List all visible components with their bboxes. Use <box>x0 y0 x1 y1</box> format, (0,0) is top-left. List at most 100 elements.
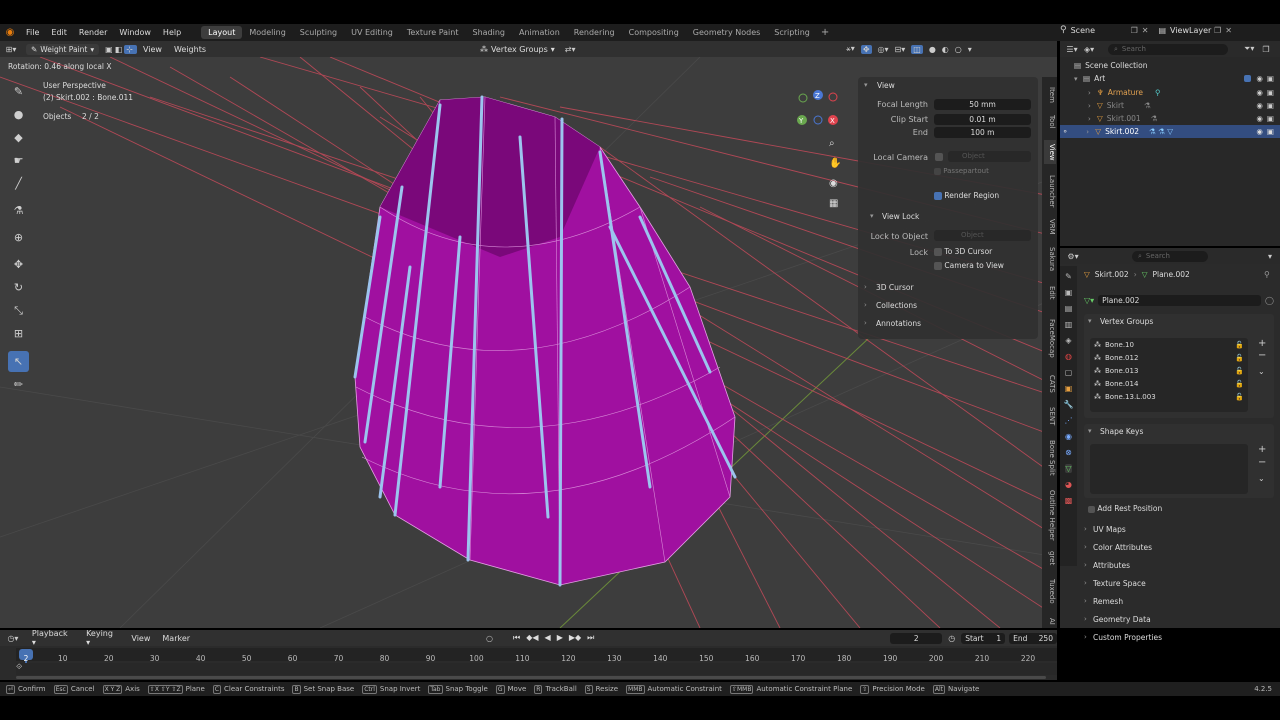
add-workspace-icon[interactable]: + <box>817 27 833 38</box>
menu-timeline-view[interactable]: View <box>125 634 156 643</box>
camera-icon[interactable]: ▣ <box>1267 88 1274 97</box>
menu-file[interactable]: File <box>20 28 45 37</box>
blender-logo-icon[interactable]: ◉ <box>0 27 20 38</box>
frame-start-field[interactable]: Start 1 <box>961 632 1006 644</box>
output-tab-icon[interactable]: ▤ <box>1065 304 1073 313</box>
jump-start-icon[interactable]: ⏮ <box>513 633 520 643</box>
vertex-group-item[interactable]: ⁂ Bone.10 🔓 <box>1094 341 1244 349</box>
shape-keys-header[interactable]: ▾ Shape Keys <box>1088 427 1143 436</box>
filter-icon[interactable]: ⏷▾ <box>1244 44 1254 54</box>
outliner-editor-icon[interactable]: ☰▾ <box>1060 45 1084 54</box>
shading-options-icon[interactable]: ▾ <box>968 45 972 54</box>
xray-icon[interactable]: ⊟▾ <box>895 45 906 54</box>
tool-tab-icon[interactable]: ✎ <box>1065 272 1072 281</box>
outliner-item-skirt-002[interactable]: ⚬ › ▽ Skirt.002 ⚗ ⚗ ▽ ◉ ▣ <box>1060 125 1280 138</box>
add-rest-position-checkbox[interactable]: Add Rest Position <box>1088 504 1162 513</box>
smear-brush-icon[interactable]: ☛ <box>8 150 29 171</box>
view-layer-name[interactable]: ViewLayer <box>1170 26 1211 35</box>
lock-object-field[interactable]: Object <box>934 230 1031 241</box>
local-camera-checkbox[interactable] <box>935 153 943 161</box>
data-tab-icon[interactable]: ▽ <box>1065 464 1072 473</box>
eye-icon[interactable]: ◉ <box>1256 114 1263 123</box>
outliner-scene-collection[interactable]: ▤ Scene Collection <box>1060 59 1280 72</box>
tab-geometry-nodes[interactable]: Geometry Nodes <box>686 26 767 39</box>
camera-icon[interactable]: ▣ <box>1267 127 1274 136</box>
tab-layout[interactable]: Layout <box>201 26 243 39</box>
shape-key-list[interactable] <box>1090 444 1248 494</box>
average-brush-icon[interactable]: ◆ <box>8 127 29 148</box>
outliner-item-armature[interactable]: › ♆ Armature ⚲ ◉ ▣ <box>1060 86 1280 99</box>
material-shading-icon[interactable]: ◐ <box>942 45 949 54</box>
outliner-item-skirt[interactable]: › ▽ Skirt ⚗ ◉ ▣ <box>1060 99 1280 112</box>
view-section-header[interactable]: ▾ View <box>864 81 895 90</box>
clip-start-field[interactable]: 0.01 m <box>934 114 1031 125</box>
mesh-data-selector[interactable]: ▽▾ Plane.002 ◯ <box>1084 294 1274 307</box>
menu-window[interactable]: Window <box>113 28 157 37</box>
delete-view-layer-icon[interactable]: ✕ <box>1225 26 1232 35</box>
play-reverse-icon[interactable]: ◀ <box>545 633 551 643</box>
wireframe-shading-icon[interactable]: ◫ <box>911 44 923 54</box>
camera-view-icon[interactable]: ◉ <box>829 178 838 189</box>
tab-sent[interactable]: SENT <box>1044 404 1056 428</box>
timeline-track[interactable] <box>16 663 1057 675</box>
texture-tab-icon[interactable]: ▩ <box>1065 496 1073 505</box>
object-tab-icon[interactable]: ▣ <box>1065 384 1073 393</box>
vertex-group-item[interactable]: ⁂ Bone.013 🔓 <box>1094 367 1244 375</box>
tab-cats[interactable]: CATS <box>1044 372 1056 396</box>
view-layer-tab-icon[interactable]: ▥ <box>1065 320 1073 329</box>
tab-facemocap[interactable]: FaceMocap <box>1044 312 1056 364</box>
gizmo-toggle-icon[interactable]: ✥ <box>860 44 872 54</box>
section-uv-maps[interactable]: › UV Maps <box>1084 520 1274 538</box>
section-geometry-data[interactable]: › Geometry Data <box>1084 610 1274 628</box>
menu-help[interactable]: Help <box>157 28 187 37</box>
display-mode-icon[interactable]: ◈▾ <box>1084 45 1108 54</box>
section-remesh[interactable]: › Remesh <box>1084 592 1274 610</box>
lock-icon[interactable]: 🔓 <box>1235 367 1244 375</box>
fake-user-icon[interactable]: ◯ <box>1265 296 1274 305</box>
menu-keying[interactable]: Keying ▾ <box>80 629 125 647</box>
focal-length-field[interactable]: 50 mm <box>934 99 1031 110</box>
annotate-icon[interactable]: ✏ <box>8 374 29 395</box>
scene-tab-icon[interactable]: ◈ <box>1065 336 1071 345</box>
draw-brush-icon[interactable]: ✎ <box>8 81 29 102</box>
menu-marker[interactable]: Marker <box>156 634 196 643</box>
outliner-item-skirt-001[interactable]: › ▽ Skirt.001 ⚗ ◉ ▣ <box>1060 112 1280 125</box>
tab-outline-helper[interactable]: Outline Helper <box>1044 488 1056 542</box>
blur-brush-icon[interactable]: ● <box>8 104 29 125</box>
pin-icon[interactable]: ⚲ <box>1264 270 1270 279</box>
tab-tuxedo[interactable]: Tuxedo <box>1044 574 1056 608</box>
view-lock-header[interactable]: ▾ View Lock <box>870 212 919 221</box>
section-color-attributes[interactable]: › Color Attributes <box>1084 538 1274 556</box>
lock-icon[interactable]: 🔓 <box>1235 393 1244 401</box>
lock-icon[interactable]: 🔓 <box>1235 354 1244 362</box>
menu-playback[interactable]: Playback ▾ <box>26 629 80 647</box>
section-collections[interactable]: › Collections <box>864 301 917 310</box>
move-icon[interactable]: ✥ <box>8 254 29 275</box>
keyframe-diamond-icon[interactable]: ⟐ <box>16 662 22 672</box>
transform-icon[interactable]: ⊞ <box>8 323 29 344</box>
tab-tool[interactable]: Tool <box>1044 110 1056 134</box>
tab-gret[interactable]: gret <box>1044 548 1056 568</box>
menu-render[interactable]: Render <box>73 28 113 37</box>
tab-vrm[interactable]: VRM <box>1044 216 1056 238</box>
new-view-layer-icon[interactable]: ❐ <box>1214 26 1221 35</box>
remove-vertex-group-button[interactable]: − <box>1258 350 1266 361</box>
tab-sakura[interactable]: Sakura <box>1044 244 1056 274</box>
visibility-icon[interactable]: ⚹▾ <box>846 44 855 54</box>
ortho-toggle-icon[interactable]: ▦ <box>829 198 838 209</box>
tab-modeling[interactable]: Modeling <box>242 26 292 39</box>
section-annotations[interactable]: › Annotations <box>864 319 921 328</box>
properties-options-icon[interactable]: ▾ <box>1268 252 1272 261</box>
auto-keying-icon[interactable]: ○ <box>486 634 493 643</box>
tab-compositing[interactable]: Compositing <box>622 26 686 39</box>
pan-icon[interactable]: ✋ <box>829 158 841 169</box>
timeline-editor-icon[interactable]: ◷▾ <box>0 634 26 643</box>
new-scene-icon[interactable]: ❐ <box>1131 26 1138 35</box>
remove-shape-key-button[interactable]: − <box>1258 457 1266 468</box>
tab-item[interactable]: Item <box>1044 82 1056 108</box>
tab-rendering[interactable]: Rendering <box>567 26 622 39</box>
eye-icon[interactable]: ◉ <box>1256 74 1263 83</box>
add-vertex-group-button[interactable]: + <box>1258 338 1266 349</box>
overlays-icon[interactable]: ◎▾ <box>878 45 889 54</box>
vertex-group-item[interactable]: ⁂ Bone.13.L.003 🔓 <box>1094 393 1244 401</box>
